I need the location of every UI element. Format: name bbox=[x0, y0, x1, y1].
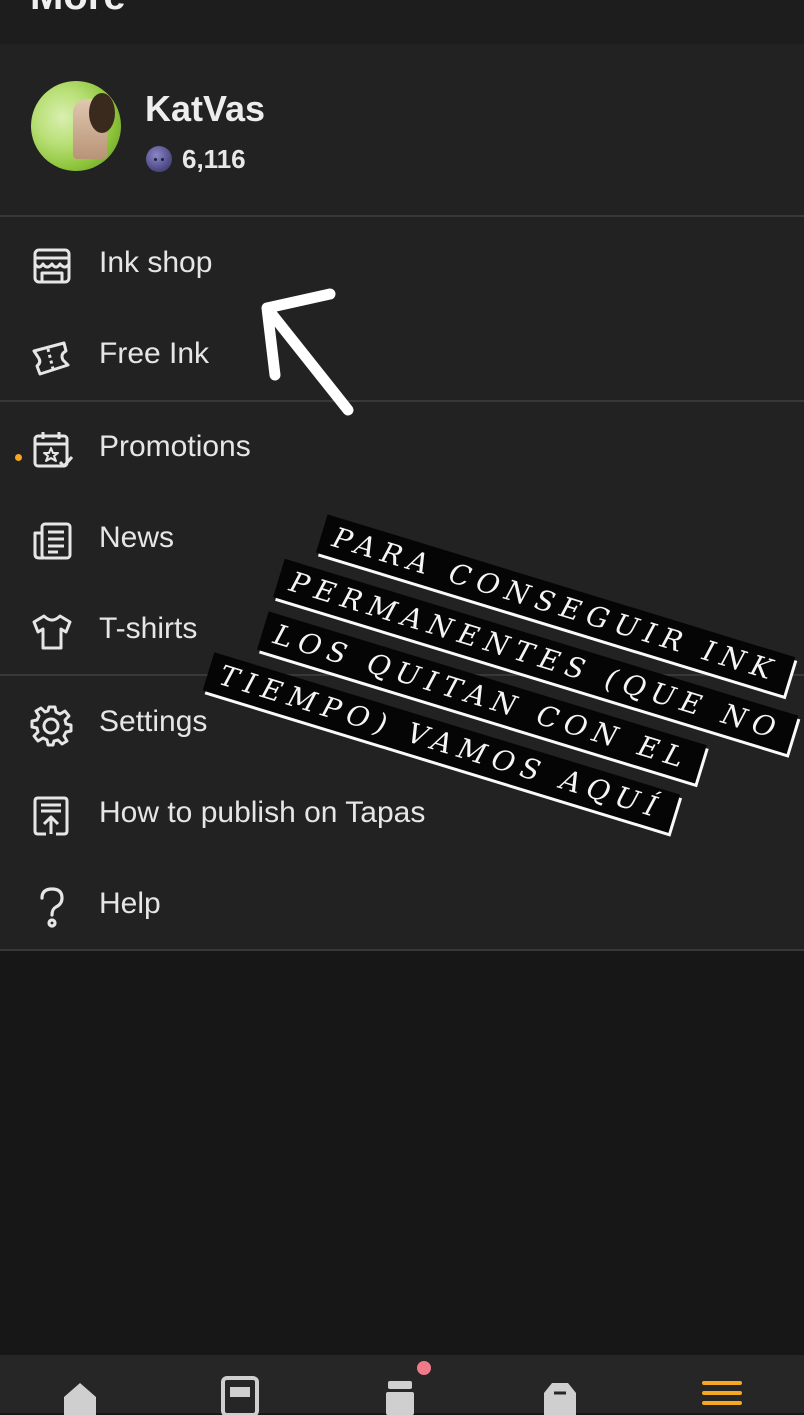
inbox-icon bbox=[386, 1381, 414, 1415]
tab-shop[interactable] bbox=[480, 1355, 640, 1415]
ink-balance: 6,116 bbox=[146, 143, 246, 175]
menu-label-promotions: Promotions bbox=[99, 430, 251, 463]
ticket-icon bbox=[30, 335, 74, 379]
home-icon bbox=[64, 1383, 96, 1415]
page-title: More bbox=[30, 0, 126, 19]
menu-label-how-to-publish: How to publish on Tapas bbox=[99, 796, 426, 829]
menu-item-promotions[interactable]: Promotions bbox=[0, 412, 804, 484]
tshirt-icon bbox=[30, 610, 74, 654]
avatar-hair bbox=[89, 93, 115, 133]
menu-label-news: News bbox=[99, 521, 175, 554]
divider bbox=[0, 400, 804, 402]
empty-area bbox=[0, 951, 804, 1355]
annotation-arrow bbox=[261, 288, 354, 416]
profile-section[interactable]: KatVas 6,116 bbox=[0, 44, 804, 216]
newspaper-icon bbox=[30, 519, 74, 563]
notification-dot bbox=[417, 1361, 431, 1375]
menu-item-free-ink[interactable]: Free Ink bbox=[0, 319, 804, 391]
shop-icon bbox=[544, 1383, 576, 1415]
ink-count: 6,116 bbox=[182, 143, 246, 174]
avatar[interactable] bbox=[31, 81, 121, 171]
tab-home[interactable] bbox=[0, 1355, 160, 1415]
tab-menu[interactable] bbox=[642, 1355, 802, 1413]
menu-label-ink-shop: Ink shop bbox=[99, 246, 213, 279]
username: KatVas bbox=[145, 88, 266, 129]
menu-label-settings: Settings bbox=[99, 705, 208, 738]
bottom-tab-bar bbox=[0, 1355, 804, 1415]
new-dot bbox=[15, 454, 22, 461]
library-icon bbox=[221, 1376, 259, 1415]
ink-drop-icon bbox=[146, 146, 172, 172]
menu-icon bbox=[702, 1381, 742, 1405]
gear-icon bbox=[30, 703, 74, 747]
store-icon bbox=[30, 244, 74, 288]
tab-library[interactable] bbox=[160, 1355, 320, 1415]
publish-icon bbox=[30, 794, 74, 838]
menu-item-help[interactable]: Help bbox=[0, 869, 804, 941]
menu-label-tshirts: T-shirts bbox=[99, 612, 198, 645]
menu-item-ink-shop[interactable]: Ink shop bbox=[0, 228, 804, 300]
divider bbox=[0, 215, 804, 217]
menu-label-help: Help bbox=[99, 887, 161, 920]
tab-inbox[interactable] bbox=[320, 1355, 480, 1415]
top-bar: More bbox=[0, 0, 804, 44]
question-icon bbox=[30, 885, 74, 929]
calendar-star-icon bbox=[30, 428, 74, 472]
menu-label-free-ink: Free Ink bbox=[99, 337, 210, 370]
